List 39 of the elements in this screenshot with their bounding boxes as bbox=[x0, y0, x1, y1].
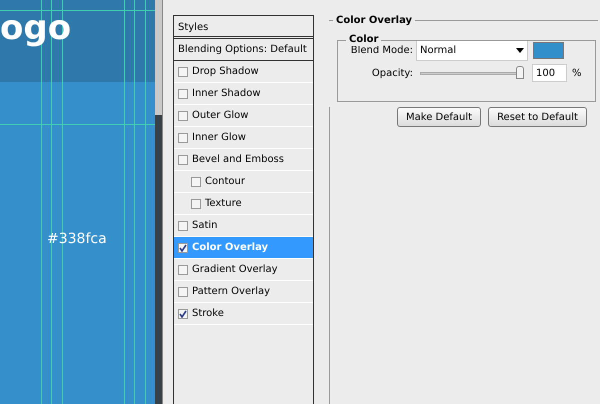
scrollbar-thumb[interactable] bbox=[155, 0, 162, 115]
checkbox[interactable] bbox=[178, 88, 188, 98]
checkbox[interactable] bbox=[178, 154, 188, 164]
style-item[interactable]: Drop Shadow bbox=[174, 61, 313, 83]
dialog-button[interactable]: Reset to Default bbox=[488, 107, 587, 127]
checkbox[interactable] bbox=[178, 308, 188, 318]
slider-thumb[interactable] bbox=[516, 66, 524, 79]
dialog-button[interactable]: Make Default bbox=[397, 107, 482, 127]
checkbox[interactable] bbox=[178, 264, 188, 274]
style-item[interactable]: Pattern Overlay bbox=[174, 281, 313, 303]
blending-options-item[interactable]: Blending Options: Default bbox=[174, 39, 313, 61]
percent-unit: % bbox=[572, 66, 582, 80]
logo-text: ogo bbox=[0, 8, 72, 48]
caret-icon bbox=[516, 48, 524, 53]
style-item[interactable]: Inner Shadow bbox=[174, 83, 313, 105]
checkbox[interactable] bbox=[178, 286, 188, 296]
opacity-slider[interactable] bbox=[420, 66, 524, 80]
section-title: Color Overlay bbox=[335, 14, 414, 28]
style-item[interactable]: Contour bbox=[174, 171, 313, 193]
style-item[interactable]: Inner Glow bbox=[174, 127, 313, 149]
checkbox[interactable] bbox=[178, 242, 188, 252]
opacity-field[interactable]: 100 bbox=[532, 64, 567, 82]
checkbox[interactable] bbox=[178, 220, 188, 230]
style-item[interactable]: Texture bbox=[174, 193, 313, 215]
checkbox[interactable] bbox=[178, 66, 188, 76]
styles-header: Styles bbox=[174, 16, 313, 39]
style-item[interactable]: Stroke bbox=[174, 303, 313, 325]
blend-mode-label: Blend Mode: bbox=[350, 44, 413, 58]
checkbox[interactable] bbox=[191, 176, 201, 186]
opacity-label: Opacity: bbox=[370, 66, 413, 80]
checkbox[interactable] bbox=[191, 198, 201, 208]
style-item[interactable]: Outer Glow bbox=[174, 105, 313, 127]
style-item[interactable]: Gradient Overlay bbox=[174, 259, 313, 281]
color-label: #338fca bbox=[47, 230, 107, 249]
blend-mode-dropdown[interactable]: Normal bbox=[416, 40, 528, 61]
checkbox[interactable] bbox=[178, 110, 188, 120]
style-item[interactable]: Bevel and Emboss bbox=[174, 149, 313, 171]
color-swatch[interactable] bbox=[533, 42, 564, 59]
checkbox[interactable] bbox=[178, 132, 188, 142]
